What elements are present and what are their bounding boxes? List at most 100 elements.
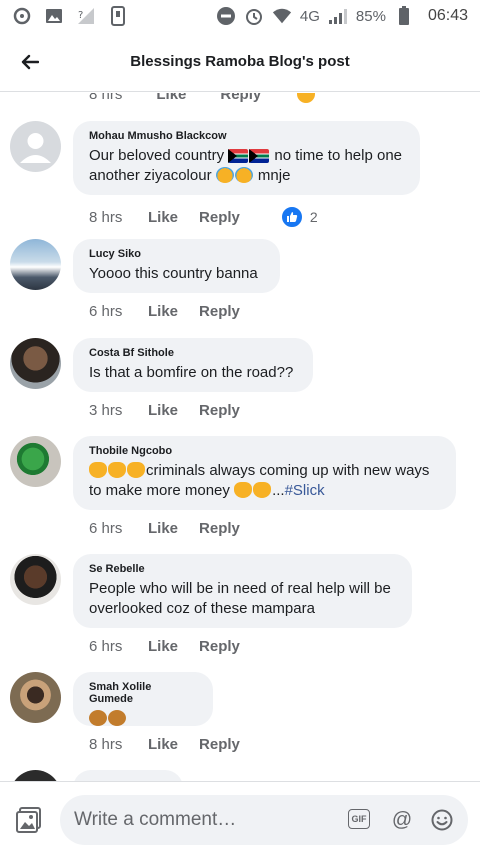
crying-cat-icon [89, 462, 107, 478]
comment-time: 6 hrs [89, 303, 123, 320]
comment-actions: 6 hrs Like Reply [89, 303, 261, 320]
gallery-icon [44, 7, 64, 25]
comment-bubble[interactable]: Thobile Ngcobo criminals always coming u… [73, 436, 456, 510]
reply-button[interactable]: Reply [199, 520, 240, 537]
comment-composer: GIF @ [0, 781, 480, 854]
status-bar: ? 4G 85% 06:43 [0, 0, 480, 32]
default-avatar-icon [20, 133, 51, 163]
avatar[interactable] [10, 239, 61, 290]
comment-bubble[interactable] [73, 770, 183, 781]
signal-icon [328, 7, 348, 25]
avatar[interactable] [10, 436, 61, 487]
notification-icon [12, 7, 32, 25]
no-signal-icon: ? [76, 7, 96, 25]
avatar[interactable] [10, 554, 61, 605]
comment-input[interactable] [74, 795, 344, 845]
commenter-name[interactable]: Smah Xolile Gumede [89, 681, 197, 705]
crying-cat-icon [108, 462, 126, 478]
comment-actions: 8 hrs Like Reply [89, 736, 261, 753]
comment-input-wrap: GIF @ [60, 795, 468, 845]
reply-button[interactable]: Reply [199, 209, 240, 226]
back-arrow-icon [21, 54, 39, 69]
crying-face-icon [234, 167, 253, 183]
comment-time: 8 hrs [89, 93, 123, 103]
comment-text-part: ... [272, 482, 285, 499]
comment-time: 3 hrs [89, 402, 123, 419]
comment-text-part: mnje [253, 167, 291, 184]
comment-text: Our beloved country no time to help one … [89, 146, 404, 186]
like-button[interactable]: Like [148, 303, 178, 320]
battery-percent: 85% [355, 7, 386, 25]
like-button[interactable]: Like [148, 209, 178, 226]
see-no-evil-monkey-icon [89, 710, 107, 726]
hashtag-link[interactable]: #Slick [285, 482, 325, 499]
gif-button[interactable]: GIF [348, 809, 370, 829]
reply-button[interactable]: Reply [220, 93, 261, 103]
comment-actions: 6 hrs Like Reply [89, 638, 261, 655]
commenter-name[interactable]: Lucy Siko [89, 248, 264, 260]
commenter-name[interactable]: Se Rebelle [89, 563, 396, 575]
clock: 06:43 [427, 7, 468, 24]
haha-reaction-icon [295, 93, 318, 105]
network-type: 4G [299, 7, 320, 25]
like-button[interactable]: Like [148, 638, 178, 655]
crying-cat-icon [234, 482, 253, 498]
comment-text: Yoooo this country banna [89, 265, 258, 282]
comment-bubble[interactable]: Lucy Siko Yoooo this country banna [73, 239, 280, 293]
comment-actions: 8 hrs Like Reply 2 [89, 205, 318, 229]
post-header: Blessings Ramoba Blog's post [0, 32, 480, 92]
comment-time: 6 hrs [89, 520, 123, 537]
comment-text: People who will be in need of real help … [89, 580, 396, 617]
comment-text-part: Our beloved country [89, 147, 229, 164]
commenter-name[interactable]: Costa Bf Sithole [89, 347, 297, 359]
svg-text:?: ? [78, 10, 83, 21]
comment-text: criminals always coming up with new ways… [89, 461, 440, 501]
comment-text: Is that a bomfire on the road?? [89, 364, 294, 381]
comment-bubble[interactable]: Smah Xolile Gumede [73, 672, 213, 726]
crying-face-icon [215, 167, 234, 183]
reply-button[interactable]: Reply [199, 638, 240, 655]
dnd-icon [216, 7, 236, 25]
crying-cat-icon [253, 482, 272, 498]
reply-button[interactable]: Reply [199, 303, 240, 320]
comment-actions: 6 hrs Like Reply [89, 520, 261, 537]
avatar[interactable] [10, 121, 61, 172]
wifi-icon [272, 7, 292, 25]
comment-time: 6 hrs [89, 638, 123, 655]
emoji-button[interactable] [430, 808, 454, 832]
alarm-icon [244, 7, 264, 25]
like-button[interactable]: Like [156, 93, 186, 103]
photo-button[interactable] [14, 805, 44, 835]
like-button[interactable]: Like [148, 736, 178, 753]
like-button[interactable]: Like [148, 402, 178, 419]
like-button[interactable]: Like [148, 520, 178, 537]
comment-bubble[interactable]: Costa Bf Sithole Is that a bomfire on th… [73, 338, 313, 392]
comment-bubble[interactable]: Mohau Mmusho Blackcow Our beloved countr… [73, 121, 420, 195]
avatar[interactable] [10, 338, 61, 389]
comment-time: 8 hrs [89, 736, 123, 753]
commenter-name[interactable]: Mohau Mmusho Blackcow [89, 130, 404, 142]
photo-icon [16, 807, 41, 833]
comment-bubble[interactable]: Se Rebelle People who will be in need of… [73, 554, 412, 628]
avatar[interactable] [10, 672, 61, 723]
reply-button[interactable]: Reply [199, 402, 240, 419]
back-button[interactable] [0, 32, 60, 92]
see-no-evil-monkey-icon [108, 710, 126, 726]
like-reaction-icon[interactable] [279, 205, 304, 229]
south-africa-flag-icon [249, 149, 270, 163]
south-africa-flag-icon [228, 149, 249, 163]
comment-text [89, 709, 197, 729]
commenter-name[interactable]: Thobile Ngcobo [89, 445, 440, 457]
reaction-count[interactable]: 2 [310, 209, 318, 225]
battery-icon [394, 6, 414, 25]
phone-icon [108, 6, 128, 26]
page-title: Blessings Ramoba Blog's post [130, 53, 350, 70]
smiley-icon [431, 809, 453, 831]
avatar[interactable] [10, 770, 61, 781]
comment-time: 8 hrs [89, 208, 123, 226]
reply-button[interactable]: Reply [199, 736, 240, 753]
mention-button[interactable]: @ [390, 808, 414, 832]
comments-list[interactable]: 8 hrs Like Reply Mohau Mmusho Blackcow O… [0, 93, 480, 781]
comment-actions: 3 hrs Like Reply [89, 402, 261, 419]
partial-comment-actions: 8 hrs Like Reply [89, 93, 318, 105]
